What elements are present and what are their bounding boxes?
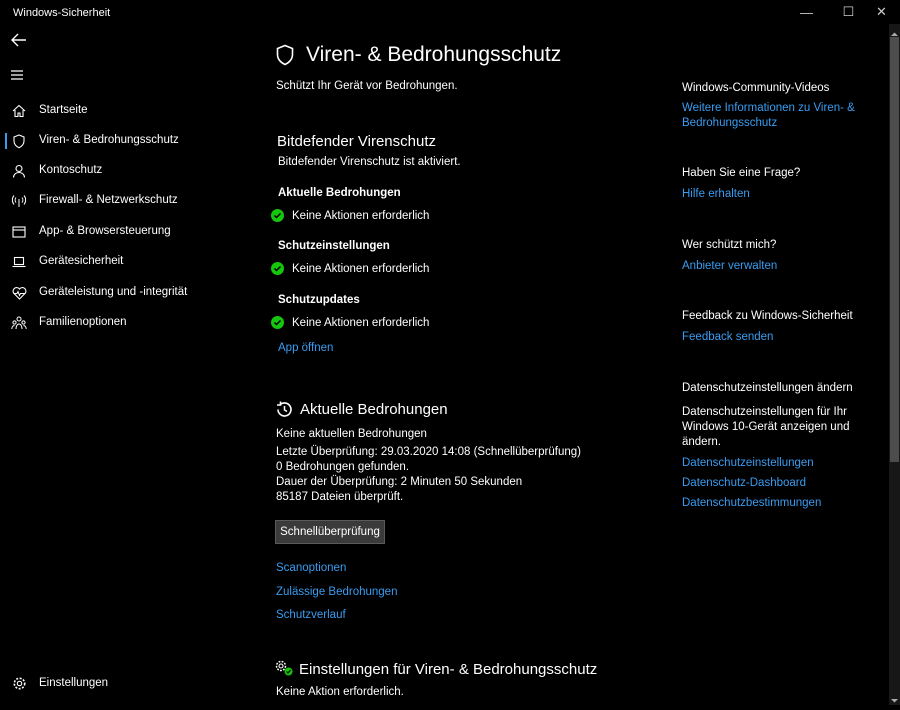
privacy-settings-link[interactable]: Datenschutzeinstellungen (682, 457, 814, 469)
allowed-threats-link[interactable]: Zulässige Bedrohungen (276, 586, 397, 598)
maximize-button[interactable]: ☐ (832, 0, 865, 24)
sidebar-item-label: App- & Browsersteuerung (39, 225, 171, 237)
send-feedback-link[interactable]: Feedback senden (682, 331, 773, 343)
wireless-antenna-icon (11, 193, 27, 209)
group-title: Schutzeinstellungen (278, 240, 390, 252)
community-heading: Windows-Community-Videos (682, 82, 830, 94)
threats-line: 85187 Dateien überprüft. (276, 491, 404, 503)
shield-icon (11, 133, 27, 149)
close-button[interactable]: ✕ (865, 0, 898, 24)
sidebar-item-label: Einstellungen (39, 677, 109, 689)
sidebar-item-label: Geräteleistung und -integrität (39, 286, 188, 298)
settings-section-heading: Einstellungen für Viren- & Bedrohungssch… (299, 661, 598, 678)
sidebar-item-kontoschutz[interactable]: Kontoschutz (0, 161, 240, 181)
checkmark-icon (271, 209, 284, 222)
shield-icon (275, 44, 297, 68)
feedback-heading: Feedback zu Windows-Sicherheit (682, 310, 853, 322)
window-title: Windows-Sicherheit (13, 7, 111, 19)
privacy-dashboard-link[interactable]: Datenschutz-Dashboard (682, 477, 806, 489)
sidebar-item-startseite[interactable]: Startseite (0, 101, 240, 121)
provider-status: Bitdefender Virenschutz ist aktiviert. (278, 156, 461, 168)
scroll-down-icon[interactable] (890, 692, 899, 703)
group-status: Keine Aktionen erforderlich (292, 263, 430, 275)
sidebar-item-app-browser[interactable]: App- & Browsersteuerung (0, 222, 240, 242)
privacy-text: Windows 10-Gerät anzeigen und (682, 421, 850, 433)
privacy-heading: Datenschutzeinstellungen ändern (682, 382, 853, 394)
privacy-text: ändern. (682, 436, 722, 448)
browser-window-icon (11, 224, 27, 240)
gear-icon (11, 675, 27, 691)
minimize-button[interactable]: — (790, 0, 823, 24)
back-arrow-icon[interactable] (10, 32, 28, 48)
gear-sync-icon (275, 660, 295, 678)
group-title: Schutzupdates (278, 294, 360, 306)
home-icon (11, 103, 27, 119)
threats-heading: Aktuelle Bedrohungen (300, 401, 448, 418)
sidebar-item-label: Familienoptionen (39, 316, 127, 328)
protection-history-link[interactable]: Schutzverlauf (276, 609, 346, 621)
threats-line: Letzte Überprüfung: 29.03.2020 14:08 (Sc… (276, 446, 581, 458)
sidebar-item-geraetesicherheit[interactable]: Gerätesicherheit (0, 252, 240, 272)
privacy-statement-link[interactable]: Datenschutzbestimmungen (682, 497, 821, 509)
checkmark-icon (271, 316, 284, 329)
page-subtitle: Schützt Ihr Gerät vor Bedrohungen. (276, 80, 458, 92)
scrollbar-thumb[interactable] (890, 37, 899, 462)
group-status: Keine Aktionen erforderlich (292, 317, 430, 329)
scroll-up-icon[interactable] (890, 26, 899, 36)
sidebar-item-label: Viren- & Bedrohungsschutz (39, 134, 179, 146)
page-title: Viren- & Bedrohungsschutz (306, 43, 562, 66)
laptop-icon (11, 254, 27, 270)
threats-line: Dauer der Überprüfung: 2 Minuten 50 Seku… (276, 476, 523, 488)
community-link-continued[interactable]: Bedrohungsschutz (682, 117, 777, 129)
sidebar-item-einstellungen[interactable]: Einstellungen (0, 674, 240, 694)
family-icon (11, 315, 27, 331)
sidebar-item-label: Startseite (39, 104, 88, 116)
sidebar-item-label: Firewall- & Netzwerkschutz (39, 194, 178, 206)
privacy-text: Datenschutzeinstellungen für Ihr (682, 406, 847, 418)
threats-line: Keine aktuellen Bedrohungen (276, 428, 427, 440)
scan-options-link[interactable]: Scanoptionen (276, 562, 346, 574)
refresh-clock-icon (275, 400, 295, 420)
settings-section-status: Keine Aktion erforderlich. (276, 686, 404, 698)
quick-scan-button[interactable]: Schnellüberprüfung (275, 520, 385, 544)
sidebar-item-familienoptionen[interactable]: Familienoptionen (0, 313, 240, 333)
sidebar-item-virenschutz[interactable]: Viren- & Bedrohungsschutz (0, 131, 240, 151)
threats-line: 0 Bedrohungen gefunden. (276, 461, 410, 473)
open-app-link[interactable]: App öffnen (278, 342, 333, 354)
who-heading: Wer schützt mich? (682, 239, 777, 251)
group-status: Keine Aktionen erforderlich (292, 210, 430, 222)
checkmark-icon (271, 262, 284, 275)
manage-providers-link[interactable]: Anbieter verwalten (682, 260, 777, 272)
community-link[interactable]: Weitere Informationen zu Viren- & (682, 102, 855, 114)
provider-heading: Bitdefender Virenschutz (277, 133, 436, 150)
person-icon (11, 163, 27, 179)
group-title: Aktuelle Bedrohungen (278, 187, 401, 199)
help-link[interactable]: Hilfe erhalten (682, 188, 750, 200)
sidebar-item-geraeteleistung[interactable]: Geräteleistung und -integrität (0, 283, 240, 303)
hamburger-menu-icon[interactable] (10, 68, 24, 80)
sidebar-item-label: Gerätesicherheit (39, 255, 124, 267)
question-heading: Haben Sie eine Frage? (682, 167, 801, 179)
sidebar-item-firewall[interactable]: Firewall- & Netzwerkschutz (0, 191, 240, 211)
sidebar-item-label: Kontoschutz (39, 164, 103, 176)
heart-pulse-icon (11, 285, 27, 301)
